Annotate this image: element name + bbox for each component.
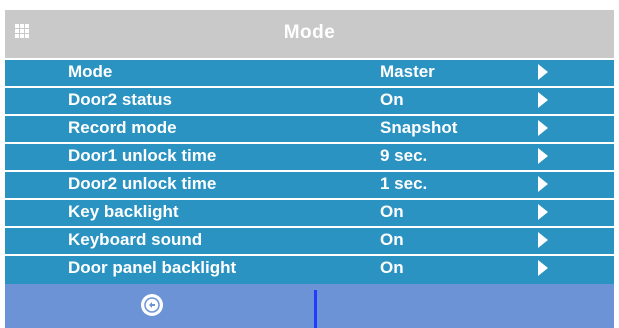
chevron-right-icon[interactable]	[538, 232, 548, 248]
setting-value: Snapshot	[380, 118, 458, 137]
back-arrow-icon[interactable]	[141, 294, 163, 316]
chevron-right-icon[interactable]	[538, 92, 548, 108]
settings-list: Mode Master Door2 status On Record mode …	[5, 58, 614, 284]
chevron-right-icon[interactable]	[538, 176, 548, 192]
chevron-right-icon[interactable]	[538, 120, 548, 136]
setting-row-door2-status[interactable]: Door2 status On	[5, 86, 614, 112]
setting-row-door2-unlock-time[interactable]: Door2 unlock time 1 sec.	[5, 170, 614, 196]
setting-label: Door2 unlock time	[68, 174, 217, 193]
setting-row-record-mode[interactable]: Record mode Snapshot	[5, 114, 614, 140]
chevron-right-icon[interactable]	[538, 204, 548, 220]
setting-label: Record mode	[68, 118, 177, 137]
setting-label: Mode	[68, 62, 113, 81]
setting-label: Door panel backlight	[68, 258, 237, 277]
setting-value: On	[380, 202, 404, 221]
setting-row-door-panel-backlight[interactable]: Door panel backlight On	[5, 254, 614, 280]
setting-value: 9 sec.	[380, 146, 428, 165]
setting-value: On	[380, 90, 404, 109]
setting-label: Keyboard sound	[68, 230, 203, 249]
setting-row-key-backlight[interactable]: Key backlight On	[5, 198, 614, 224]
chevron-right-icon[interactable]	[538, 148, 548, 164]
setting-label: Door1 unlock time	[68, 146, 217, 165]
setting-label: Key backlight	[68, 202, 179, 221]
setting-label: Door2 status	[68, 90, 172, 109]
setting-row-door1-unlock-time[interactable]: Door1 unlock time 9 sec.	[5, 142, 614, 168]
setting-row-mode[interactable]: Mode Master	[5, 58, 614, 84]
setting-value: Master	[380, 62, 435, 81]
setting-value: 1 sec.	[380, 174, 428, 193]
footer-divider	[314, 290, 317, 328]
chevron-right-icon[interactable]	[538, 260, 548, 276]
header-bar: Mode	[5, 10, 614, 58]
setting-row-keyboard-sound[interactable]: Keyboard sound On	[5, 226, 614, 252]
footer-bar	[5, 284, 614, 328]
setting-value: On	[380, 258, 404, 277]
setting-value: On	[380, 230, 404, 249]
page-title: Mode	[283, 22, 336, 43]
chevron-right-icon[interactable]	[538, 64, 548, 80]
